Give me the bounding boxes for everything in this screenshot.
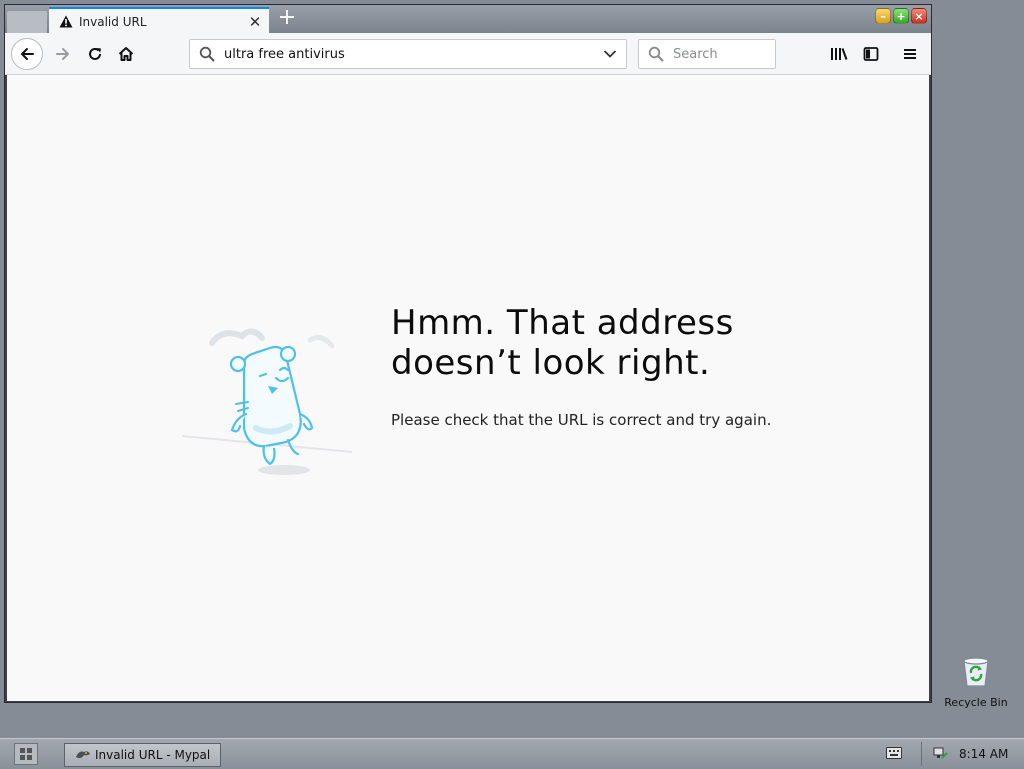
reload-icon — [89, 47, 101, 60]
warning-icon — [59, 15, 73, 29]
start-button[interactable] — [14, 743, 38, 765]
menu-button[interactable] — [896, 40, 924, 68]
new-tab-button[interactable]: + — [275, 7, 299, 30]
url-input[interactable] — [222, 45, 598, 63]
recycle-bin-label: Recycle Bin — [944, 696, 1008, 709]
close-window-button[interactable]: × — [911, 8, 927, 24]
taskbar-item-browser[interactable]: Invalid URL - Mypal — [64, 743, 221, 767]
confused-mascot-illustration — [182, 328, 353, 475]
home-icon — [118, 47, 134, 61]
tab-close-button[interactable]: ✕ — [245, 12, 265, 32]
tab-title: Invalid URL — [79, 14, 147, 29]
clock: 8:14 AM — [959, 747, 1009, 761]
taskbar-item-label: Invalid URL - Mypal — [95, 748, 211, 762]
error-description: Please check that the URL is correct and… — [391, 411, 772, 429]
minimize-button[interactable]: – — [875, 8, 891, 24]
error-title: Hmm. That address doesn’t look right. — [391, 303, 734, 383]
maximize-button[interactable]: + — [893, 8, 909, 24]
back-arrow-icon — [21, 48, 34, 60]
back-button[interactable] — [11, 38, 43, 70]
tab-invalid-url[interactable]: Invalid URL ✕ — [49, 7, 269, 34]
forward-button[interactable] — [49, 40, 77, 68]
reload-button[interactable] — [81, 40, 109, 68]
sidebar-icon — [863, 47, 879, 61]
keyboard-icon[interactable] — [886, 747, 902, 759]
sidebar-button[interactable] — [857, 40, 885, 68]
network-icon[interactable] — [932, 745, 948, 761]
window-controls: – + × — [875, 8, 927, 24]
home-button[interactable] — [112, 40, 140, 68]
search-bar[interactable] — [638, 39, 776, 69]
mypal-app-icon — [76, 751, 90, 759]
browser-window: Invalid URL ✕ + – + × ultra free antivir… — [4, 4, 932, 703]
forward-arrow-icon — [56, 48, 69, 60]
search-icon — [198, 45, 216, 63]
library-icon — [831, 48, 848, 60]
menu-icon — [904, 49, 916, 59]
url-bar[interactable] — [189, 39, 627, 69]
tray-separator — [921, 742, 922, 766]
taskbar: Invalid URL - Mypal 8:14 AM — [0, 738, 1024, 769]
tab-strip-scroll[interactable] — [7, 11, 47, 33]
recycle-bin-desktop-icon[interactable]: Recycle Bin — [940, 656, 1012, 712]
url-dropdown-button[interactable] — [598, 42, 622, 66]
recycle-bin-icon — [963, 657, 989, 687]
grid-icon — [20, 748, 32, 760]
tab-bar: Invalid URL ✕ + – + × — [5, 5, 931, 34]
search-input[interactable] — [671, 45, 771, 63]
navigation-toolbar — [5, 33, 931, 75]
page-content: Hmm. That address doesn’t look right. Pl… — [7, 75, 929, 701]
chevron-down-icon — [603, 50, 617, 58]
library-button[interactable] — [825, 40, 853, 68]
search-icon — [647, 45, 665, 63]
